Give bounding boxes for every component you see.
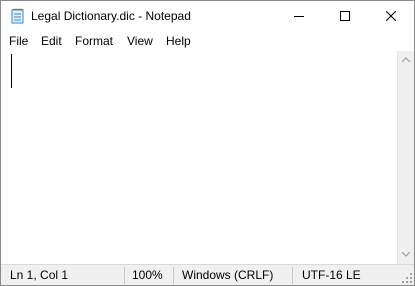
menu-format[interactable]: Format bbox=[75, 34, 113, 48]
menu-view[interactable]: View bbox=[127, 34, 153, 48]
status-separator bbox=[292, 267, 293, 284]
close-button[interactable] bbox=[368, 1, 414, 31]
minimize-button[interactable] bbox=[276, 1, 322, 31]
status-separator bbox=[173, 267, 174, 284]
minimize-icon bbox=[294, 16, 304, 17]
close-icon bbox=[386, 11, 396, 21]
menu-edit[interactable]: Edit bbox=[41, 34, 62, 48]
zoom-level: 100% bbox=[132, 268, 163, 282]
status-separator bbox=[124, 267, 125, 284]
line-ending: Windows (CRLF) bbox=[182, 268, 274, 282]
status-bar: Ln 1, Col 1 100% Windows (CRLF) UTF-16 L… bbox=[1, 264, 414, 285]
menu-bar: File Edit Format View Help bbox=[1, 31, 414, 51]
title-bar[interactable]: Legal Dictionary.dic - Notepad bbox=[1, 1, 414, 31]
text-editor[interactable] bbox=[1, 51, 397, 264]
scroll-down-icon[interactable] bbox=[402, 252, 410, 257]
maximize-icon bbox=[340, 11, 350, 21]
notepad-window: Legal Dictionary.dic - Notepad File Edit… bbox=[0, 0, 415, 286]
encoding: UTF-16 LE bbox=[302, 268, 361, 282]
maximize-button[interactable] bbox=[322, 1, 368, 31]
scroll-up-icon[interactable] bbox=[402, 57, 410, 62]
cursor-position: Ln 1, Col 1 bbox=[10, 268, 69, 282]
menu-help[interactable]: Help bbox=[166, 34, 191, 48]
menu-file[interactable]: File bbox=[9, 34, 28, 48]
notepad-icon bbox=[10, 8, 26, 24]
text-caret bbox=[11, 54, 12, 88]
resize-grip-icon[interactable] bbox=[402, 273, 412, 283]
window-title: Legal Dictionary.dic - Notepad bbox=[31, 9, 191, 23]
vertical-scrollbar[interactable] bbox=[397, 51, 414, 264]
